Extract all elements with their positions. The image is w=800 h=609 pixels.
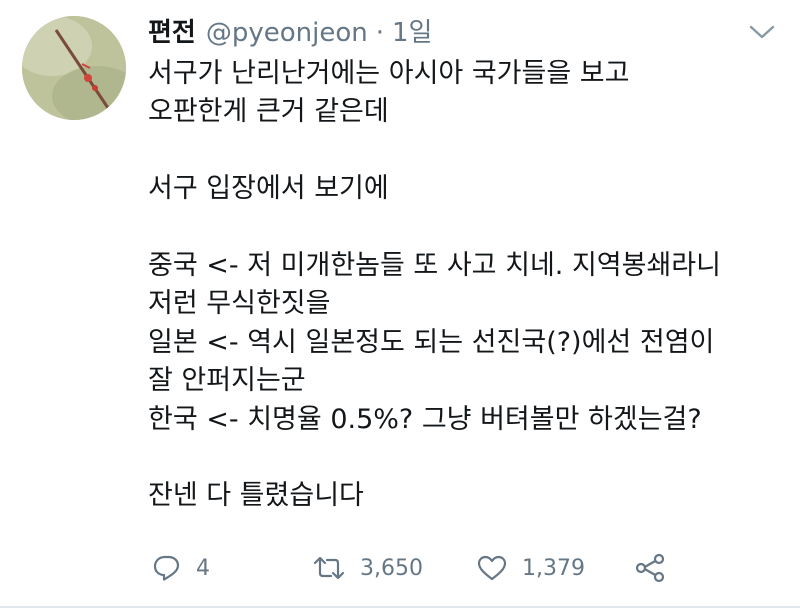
reply-button[interactable]: 4 [152, 548, 210, 588]
heart-icon [477, 555, 507, 581]
tweet-card: 편전 @pyeonjeon · 1일 서구가 난리난거에는 아시아 국가들을 보… [0, 0, 800, 609]
retweet-button[interactable]: 3,650 [312, 548, 423, 588]
retweet-icon [313, 556, 345, 580]
tweet-timestamp[interactable]: 1일 [392, 12, 432, 49]
tweet-text-line [148, 209, 788, 247]
tweet-text-line: 저런 무식한짓을 [148, 288, 331, 320]
tweet-header: 편전 @pyeonjeon · 1일 [148, 12, 432, 52]
tweet-text-line: 서구 입장에서 보기에 [148, 173, 389, 205]
tweet-text-line: 오판한게 큰거 같은데 [148, 96, 389, 128]
avatar-image [22, 16, 126, 120]
share-icon [635, 553, 665, 583]
like-button[interactable]: 1,379 [476, 548, 585, 588]
user-handle[interactable]: @pyeonjeon [206, 18, 368, 48]
like-count: 1,379 [522, 555, 585, 581]
divider [0, 606, 800, 608]
display-name[interactable]: 편전 [148, 12, 196, 49]
reply-count: 4 [196, 555, 210, 581]
avatar[interactable] [22, 16, 126, 120]
share-button[interactable] [634, 548, 666, 588]
tweet-text-line: 중국 <- 저 미개한놈들 또 사고 치네. 지역봉쇄라니 [148, 249, 721, 281]
retweet-count: 3,650 [360, 555, 423, 581]
tweet-text-line [148, 132, 788, 170]
tweet-text-line: 잔넨 다 틀렸습니다 [148, 480, 364, 512]
tweet-text: 서구가 난리난거에는 아시아 국가들을 보고 오판한게 큰거 같은데 서구 입장… [148, 55, 788, 516]
tweet-text-line: 일본 <- 역시 일본정도 되는 선진국(?)에선 전염이 [148, 326, 715, 358]
tweet-text-line: 서구가 난리난거에는 아시아 국가들을 보고 [148, 58, 630, 89]
chevron-down-icon[interactable] [748, 22, 776, 42]
tweet-actions: 4 3,650 1,379 [148, 548, 788, 588]
reply-icon [153, 555, 180, 581]
tweet-text-line [148, 439, 788, 477]
tweet-text-line: 잘 안퍼지는군 [148, 365, 306, 397]
tweet-text-line: 한국 <- 치명율 0.5%? 그냥 버텨볼만 하겠는걸? [148, 403, 702, 435]
separator-dot: · [375, 18, 384, 48]
